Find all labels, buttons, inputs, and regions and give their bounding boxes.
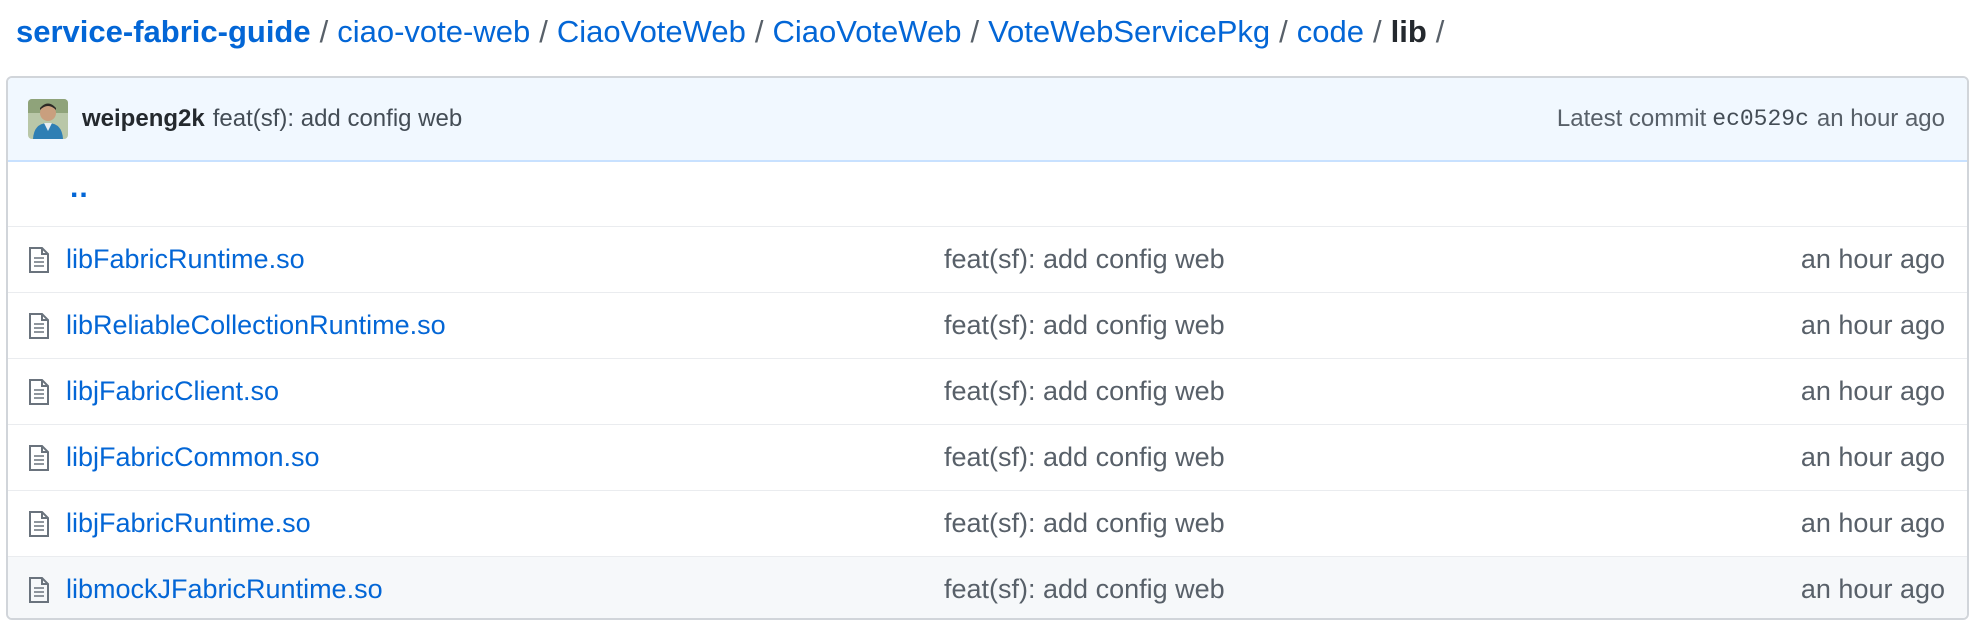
file-commit-message[interactable]: feat(sf): add config web: [944, 244, 1801, 275]
file-name-link[interactable]: libjFabricCommon.so: [66, 442, 944, 473]
breadcrumb-link-votewebservicepkg[interactable]: VoteWebServicePkg: [988, 14, 1270, 50]
file-name-link[interactable]: libjFabricRuntime.so: [66, 508, 944, 539]
breadcrumb-separator: /: [539, 14, 548, 49]
commit-message[interactable]: feat(sf): add config web: [213, 105, 462, 133]
file-icon: [28, 510, 50, 537]
latest-commit-label: Latest commit: [1556, 105, 1707, 132]
breadcrumb-separator: /: [970, 14, 980, 49]
latest-commit-bar: weipeng2k feat(sf): add config web Lates…: [8, 78, 1967, 162]
file-commit-message[interactable]: feat(sf): add config web: [944, 508, 1801, 539]
file-table: weipeng2k feat(sf): add config web Lates…: [6, 76, 1969, 620]
table-row: libjFabricRuntime.so feat(sf): add confi…: [8, 490, 1967, 556]
file-commit-message[interactable]: feat(sf): add config web: [944, 376, 1801, 407]
breadcrumb-separator: /: [1372, 14, 1382, 49]
table-row: libFabricRuntime.so feat(sf): add config…: [8, 226, 1967, 292]
file-age: an hour ago: [1800, 508, 1945, 538]
file-age: an hour ago: [1800, 244, 1945, 274]
breadcrumb-separator: /: [1279, 14, 1288, 49]
breadcrumb-current-folder: lib: [1390, 14, 1427, 49]
file-age: an hour ago: [1800, 574, 1945, 604]
breadcrumb-link-code[interactable]: code: [1297, 14, 1364, 50]
commit-sha[interactable]: ec0529c: [1712, 106, 1809, 132]
commit-author[interactable]: weipeng2k: [82, 105, 205, 133]
commit-age: an hour ago: [1816, 105, 1945, 132]
parent-directory-row: ..: [8, 162, 1967, 226]
file-commit-message[interactable]: feat(sf): add config web: [944, 310, 1801, 341]
file-icon: [28, 312, 50, 339]
file-commit-message[interactable]: feat(sf): add config web: [944, 442, 1801, 473]
file-icon: [28, 444, 50, 471]
file-age: an hour ago: [1800, 376, 1945, 406]
file-age: an hour ago: [1800, 442, 1945, 472]
page: service-fabric-guide / ciao-vote-web / C…: [0, 0, 1978, 628]
breadcrumb-link-ciaovoteweb[interactable]: CiaoVoteWeb: [557, 14, 746, 50]
breadcrumb-link-ciaovoteweb-inner[interactable]: CiaoVoteWeb: [772, 14, 961, 50]
file-name-link[interactable]: libjFabricClient.so: [66, 376, 944, 407]
breadcrumb: service-fabric-guide / ciao-vote-web / C…: [16, 8, 1453, 56]
breadcrumb-separator: /: [754, 14, 764, 49]
file-name-link[interactable]: libmockJFabricRuntime.so: [66, 574, 944, 605]
file-icon: [28, 246, 50, 273]
file-commit-message[interactable]: feat(sf): add config web: [944, 574, 1801, 605]
table-row: libjFabricCommon.so feat(sf): add config…: [8, 424, 1967, 490]
file-icon: [28, 378, 50, 405]
parent-directory-link[interactable]: ..: [70, 171, 89, 205]
file-age: an hour ago: [1800, 310, 1945, 340]
file-icon: [28, 576, 50, 603]
breadcrumb-separator: /: [1435, 14, 1445, 49]
breadcrumb-link-ciao-vote-web[interactable]: ciao-vote-web: [337, 14, 530, 50]
breadcrumb-separator: /: [319, 14, 329, 49]
table-row: libmockJFabricRuntime.so feat(sf): add c…: [8, 556, 1967, 618]
table-row: libReliableCollectionRuntime.so feat(sf)…: [8, 292, 1967, 358]
avatar[interactable]: [28, 99, 68, 139]
file-name-link[interactable]: libFabricRuntime.so: [66, 244, 944, 275]
table-row: libjFabricClient.so feat(sf): add config…: [8, 358, 1967, 424]
file-name-link[interactable]: libReliableCollectionRuntime.so: [66, 310, 944, 341]
breadcrumb-repo-link[interactable]: service-fabric-guide: [16, 14, 311, 50]
